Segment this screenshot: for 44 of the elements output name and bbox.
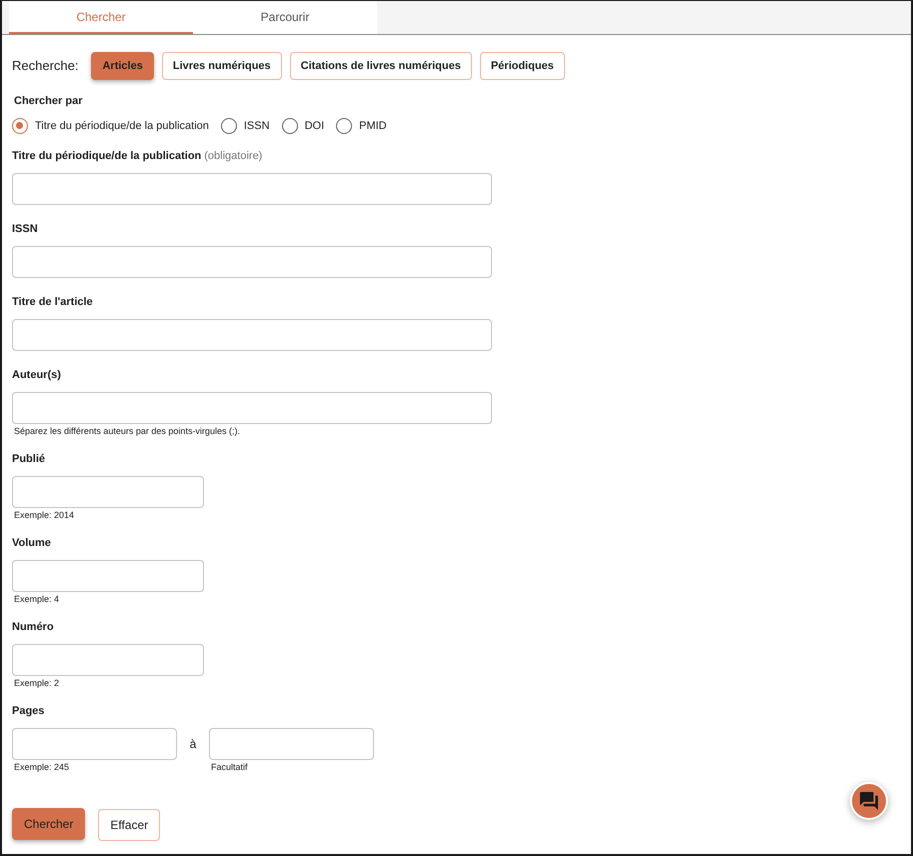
field-label: Titre de l'article	[12, 295, 93, 310]
field-hint: Séparez les différents auteurs par des points-virgules (;).	[13, 425, 240, 437]
radio-label[interactable]: ISSN	[244, 118, 270, 134]
search-type-button[interactable]: Citations de livres numériques	[290, 52, 472, 80]
text-input[interactable]	[12, 173, 492, 205]
field-label: Auteur(s)	[12, 368, 61, 383]
field-hint: Facultatif	[210, 761, 248, 773]
text-input[interactable]	[12, 319, 492, 351]
radio-label[interactable]: DOI	[304, 118, 324, 134]
field-hint: Exemple: 2	[13, 677, 60, 689]
field-hint: Exemple: 245	[13, 761, 70, 773]
radio-button[interactable]	[12, 118, 28, 134]
radio-button[interactable]	[282, 118, 298, 134]
range-from-input[interactable]	[12, 728, 177, 760]
search-type-button[interactable]: Livres numériques	[162, 52, 282, 80]
radio-button[interactable]	[336, 118, 352, 134]
field-hint: Exemple: 2014	[13, 509, 74, 521]
search-by-label: Chercher par	[13, 94, 82, 109]
required-note: (obligatoire)	[204, 149, 262, 164]
field-label: Pages	[12, 704, 44, 719]
text-input[interactable]	[12, 392, 492, 424]
field-label: ISSN	[12, 222, 38, 237]
field-hint: Exemple: 4	[13, 593, 60, 605]
text-input[interactable]	[12, 560, 204, 592]
radio-label[interactable]: PMID	[359, 118, 387, 134]
field-label: Volume	[12, 536, 51, 551]
field-label: Publié	[12, 452, 46, 467]
range-to-input[interactable]	[209, 728, 374, 760]
field-label: Numéro	[12, 620, 54, 635]
text-input[interactable]	[12, 476, 204, 508]
search-button[interactable]: Chercher	[12, 808, 86, 840]
chat-bubbles-icon	[860, 792, 878, 810]
search-type-button[interactable]: Périodiques	[480, 52, 565, 80]
tab[interactable]: Parcourir	[193, 1, 377, 34]
clear-button[interactable]: Effacer	[98, 809, 160, 841]
chat-button[interactable]	[850, 782, 888, 820]
search-type-button[interactable]: Articles	[91, 52, 154, 80]
search-type-label: Recherche:	[12, 57, 78, 76]
radio-button[interactable]	[220, 118, 237, 134]
text-input[interactable]	[12, 246, 492, 278]
radio-label[interactable]: Titre du périodique/de la publication	[35, 118, 209, 134]
text-input[interactable]	[12, 644, 204, 676]
range-separator: à	[190, 737, 196, 751]
field-label: Titre du périodique/de la publication	[12, 149, 202, 164]
